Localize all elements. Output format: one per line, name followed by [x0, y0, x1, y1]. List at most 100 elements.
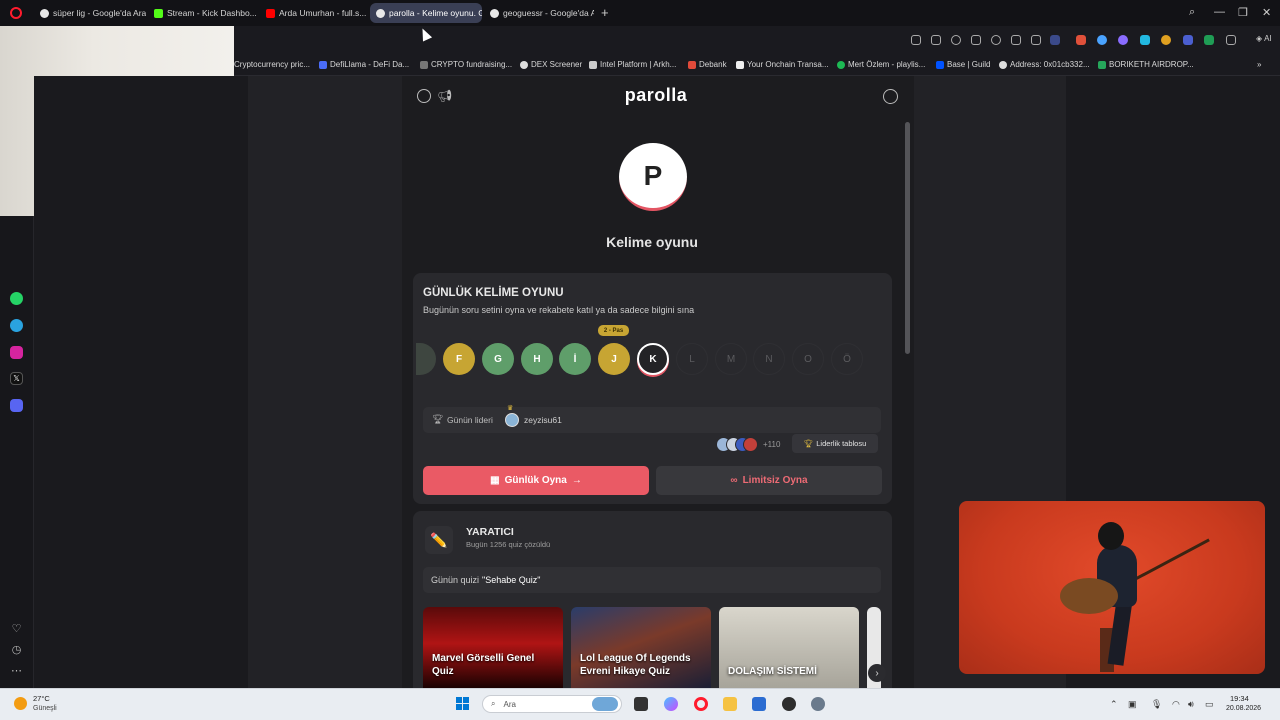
leaderboard-button[interactable]: 🏆︎ Liderlik tablosu — [792, 434, 878, 453]
trophy-icon: 🏆︎ — [803, 439, 814, 448]
carousel-next-icon[interactable]: › — [868, 664, 886, 682]
bookmarks-overflow-icon[interactable]: » — [1257, 60, 1261, 69]
volume-icon[interactable]: 🔊︎ — [1188, 699, 1194, 710]
download-icon[interactable] — [1011, 35, 1021, 45]
page-scrollbar[interactable] — [904, 112, 912, 688]
tab-youtube-arda[interactable]: Arda Umurhan - full.s... — [260, 3, 368, 23]
airdrop-icon — [1098, 60, 1106, 69]
telegram-icon[interactable] — [10, 319, 23, 332]
brand-logo[interactable]: parolla — [560, 85, 752, 106]
play-unlimited-button[interactable]: ∞ Limitsiz Oyna — [656, 466, 882, 495]
bookmark-item[interactable]: BORIKETH AIRDROP... — [1098, 60, 1194, 69]
bookmark-item[interactable]: CRYPTO fundraising... — [420, 60, 512, 69]
clock-date[interactable]: 20.08.2026 — [1226, 705, 1261, 712]
debank-icon — [688, 60, 696, 69]
play-daily-button[interactable]: ▦ Günlük Oyna → — [423, 466, 649, 495]
bookmark-item[interactable]: Cryptocurrency pric... — [234, 60, 310, 69]
settings-gear-icon[interactable] — [811, 697, 825, 711]
minimize-icon[interactable]: — — [1214, 6, 1225, 18]
store-icon[interactable] — [752, 697, 766, 711]
x-twitter-icon[interactable]: 𝕏 — [10, 372, 23, 385]
ai-button[interactable]: ◈ AI — [1256, 34, 1272, 43]
extensions-puzzle-icon[interactable] — [1226, 35, 1236, 45]
bookmark-item[interactable]: DEX Screener — [520, 60, 582, 69]
google-icon — [40, 8, 49, 18]
heart-icon[interactable] — [991, 35, 1001, 45]
whatsapp-icon[interactable] — [10, 292, 23, 305]
tab-label: süper lig - Google'da Ara — [53, 8, 146, 18]
copilot-icon[interactable] — [664, 697, 678, 711]
extension-navy-icon[interactable] — [1183, 35, 1193, 45]
letter-dim: L — [676, 343, 708, 375]
daily-game-description: Bugünün soru setini oyna ve rekabete kat… — [423, 305, 695, 315]
extension-purple-icon[interactable] — [1118, 35, 1128, 45]
leader-name[interactable]: zeyzisu61 — [524, 415, 562, 425]
tab-label: Stream - Kick Dashbo... — [167, 8, 257, 18]
extension-gold-icon[interactable] — [1161, 35, 1171, 45]
microphone-icon[interactable]: 🎙︎ — [1151, 699, 1162, 710]
obs-icon[interactable] — [782, 697, 796, 711]
edit-icon[interactable] — [911, 35, 921, 45]
bookmark-item[interactable]: Debank — [688, 60, 727, 69]
camera-icon[interactable] — [931, 35, 941, 45]
discord-icon[interactable] — [10, 399, 23, 412]
letter-done-yellow: J — [598, 343, 630, 375]
scrollbar-thumb[interactable] — [905, 122, 910, 354]
bookmark-item[interactable]: Intel Platform | Arkh... — [589, 60, 676, 69]
youtube-icon — [266, 8, 275, 18]
calendar-icon: ▦ — [490, 475, 500, 486]
language-globe-icon[interactable] — [417, 89, 431, 103]
letter-done-green: H — [521, 343, 553, 375]
quiz-card[interactable]: Marvel Görselli Genel Quiz — [423, 607, 563, 688]
weather-temperature[interactable]: 27°C — [33, 694, 50, 703]
tab-kick-dashboard[interactable]: Stream - Kick Dashbo... — [148, 3, 258, 23]
quiz-of-the-day[interactable]: Günün quizi "Sehabe Quiz" — [423, 567, 881, 593]
creator-subtitle: Bugün 1256 quiz çözüldü — [466, 540, 551, 549]
extension-red-icon[interactable] — [1076, 35, 1086, 45]
opera-logo-icon[interactable] — [10, 7, 22, 19]
tab-google-super-lig[interactable]: süper lig - Google'da Ara — [34, 3, 146, 23]
start-tile — [463, 704, 469, 710]
extension-blue-icon[interactable] — [1097, 35, 1107, 45]
maximize-icon[interactable]: ❐ — [1238, 6, 1248, 19]
boat-widget-icon[interactable] — [592, 697, 618, 711]
wifi-icon[interactable]: ◠ — [1172, 699, 1180, 710]
windows-start-icon[interactable] — [456, 697, 470, 711]
weather-sun-icon[interactable] — [14, 697, 27, 710]
task-view-icon[interactable] — [634, 697, 648, 711]
battery-icon[interactable]: ▭ — [1205, 699, 1214, 710]
weather-description[interactable]: Güneşli — [33, 705, 57, 712]
tab-google-geoguessr[interactable]: geoguessr - Google'da Ar... — [484, 3, 594, 23]
kick-icon — [154, 8, 163, 18]
more-icon[interactable]: ⋯ — [10, 664, 23, 677]
etherscan-icon — [999, 60, 1007, 69]
bookmark-item[interactable]: Address: 0x01cb332... — [999, 60, 1090, 69]
bookmark-item[interactable]: Base | Guild — [936, 60, 990, 69]
quiz-card[interactable]: Lol League Of Legends Evreni Hikaye Quiz — [571, 607, 711, 688]
file-explorer-icon[interactable] — [723, 697, 737, 711]
opera-taskbar-icon[interactable] — [694, 697, 708, 711]
instagram-icon[interactable] — [10, 346, 23, 359]
extension-green-icon[interactable] — [1204, 35, 1214, 45]
menu-icon[interactable] — [1031, 35, 1041, 45]
tray-chevron-icon[interactable]: ⌃ — [1110, 699, 1118, 710]
bookmark-item[interactable]: DefiLlama - DeFi Da... — [319, 60, 409, 69]
bookmark-item[interactable]: Your Onchain Transa... — [736, 60, 829, 69]
new-tab-button[interactable]: + — [601, 5, 609, 20]
close-icon[interactable]: ✕ — [1262, 6, 1271, 19]
play-icon[interactable] — [971, 35, 981, 45]
user-account-icon[interactable] — [883, 89, 898, 104]
search-tabs-icon[interactable]: ⌕ — [1189, 6, 1195, 19]
tray-app-icon[interactable]: ▣ — [1128, 699, 1137, 710]
bookmark-item[interactable]: Mert Özlem - playlis... — [837, 60, 925, 69]
tab-parolla[interactable]: parolla - Kelime oyunu. G... — [370, 3, 482, 23]
history-icon[interactable]: ◷ — [10, 643, 23, 656]
extension-cyan-icon[interactable] — [1140, 35, 1150, 45]
clock-time[interactable]: 19:34 — [1230, 694, 1249, 703]
favorites-heart-icon[interactable]: ♡ — [10, 622, 23, 635]
players-more-count: +110 — [763, 440, 781, 449]
quiz-card[interactable]: DOLAŞIM SİSTEMİ — [719, 607, 859, 688]
announcement-megaphone-icon[interactable]: 📢︎ — [437, 89, 452, 103]
profile-icon[interactable] — [1050, 35, 1060, 45]
shield-icon[interactable] — [951, 35, 961, 45]
